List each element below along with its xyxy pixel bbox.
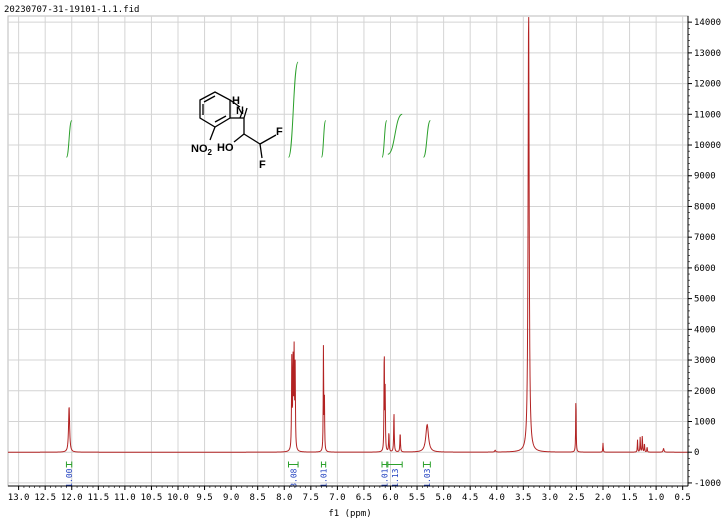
x-tick-label: 12.5 [34,493,56,503]
integral-value-label: 1.01 [380,468,389,487]
chart-title: 20230707-31-19101-1.1.fid [4,5,139,15]
atom-fluorine-1: F [276,126,283,138]
x-tick-label: 11.0 [114,493,136,503]
plot-frame [7,15,689,487]
integral-curve [387,113,403,155]
y-tick-label: 0 [694,448,699,458]
y-tick-label: -1000 [694,479,721,489]
integral-curves [65,61,431,158]
integral-curve [65,119,73,158]
x-tick-label: 2.5 [568,493,584,503]
integral-curve [320,119,327,158]
integral-value-label: 1.01 [320,468,329,487]
x-tick-label: 5.0 [435,493,451,503]
x-tick-label: 3.0 [542,493,558,503]
y-tick-label: 8000 [694,202,716,212]
y-tick-label: 2000 [694,387,716,397]
y-tick-label: 3000 [694,356,716,366]
x-tick-label: 6.0 [382,493,398,503]
integral-value-label: 3.08 [289,468,298,487]
x-tick-label: 12.0 [61,493,83,503]
integral-value-label: 1.13 [391,468,400,487]
x-tick-label: 9.0 [223,493,239,503]
x-axis-label: f1 (ppm) [328,509,371,519]
x-tick-label: 7.5 [303,493,319,503]
x-tick-label: 6.5 [356,493,372,503]
nmr-spectrum-chart: 1.00 3.08 1.01 1.01 1.13 1.03 13.0 12.5 12.0 11.… [4,5,721,519]
x-tick-label: 5.5 [409,493,425,503]
x-tick-label: 10.0 [167,493,189,503]
spectrum-line [8,17,688,453]
integral-curve [381,119,388,158]
x-tick-label: 1.0 [648,493,664,503]
y-tick-label: 14000 [694,18,721,28]
x-tick-label: 13.0 [8,493,30,503]
atom-nh-n: N [236,105,244,117]
x-tick-label: 0.5 [675,493,691,503]
y-tick-label: 9000 [694,172,716,182]
x-tick-label: 2.0 [595,493,611,503]
x-tick-label: 4.0 [489,493,505,503]
x-tick-label: 8.5 [250,493,266,503]
x-tick-label: 4.5 [462,493,478,503]
integral-value-label: 1.00 [65,468,74,487]
y-tick-label: 13000 [694,49,721,59]
x-tick-label: 10.5 [141,493,163,503]
integral-curve [422,119,431,158]
x-tick-label: 8.0 [276,493,292,503]
y-tick-label: 6000 [694,264,716,274]
y-tick-label: 11000 [694,110,721,120]
y-tick-label: 10000 [694,141,721,151]
y-tick-label: 12000 [694,80,721,90]
y-tick-label: 4000 [694,325,716,335]
atom-fluorine-2: F [259,159,266,171]
y-tick-label: 1000 [694,417,716,427]
grid [7,15,689,487]
integral-value-label: 1.03 [423,468,432,487]
x-tick-label: 11.5 [87,493,109,503]
integral-labels: 1.00 3.08 1.01 1.01 1.13 1.03 [65,461,432,488]
x-tick-label: 7.0 [329,493,345,503]
integral-curve [288,61,299,158]
y-tick-label: 5000 [694,295,716,305]
x-tick-label: 3.5 [515,493,531,503]
x-tick-label: 1.5 [621,493,637,503]
y-tick-label: 7000 [694,233,716,243]
x-tick-label: 9.5 [196,493,212,503]
atom-hydroxyl: HO [217,142,234,154]
